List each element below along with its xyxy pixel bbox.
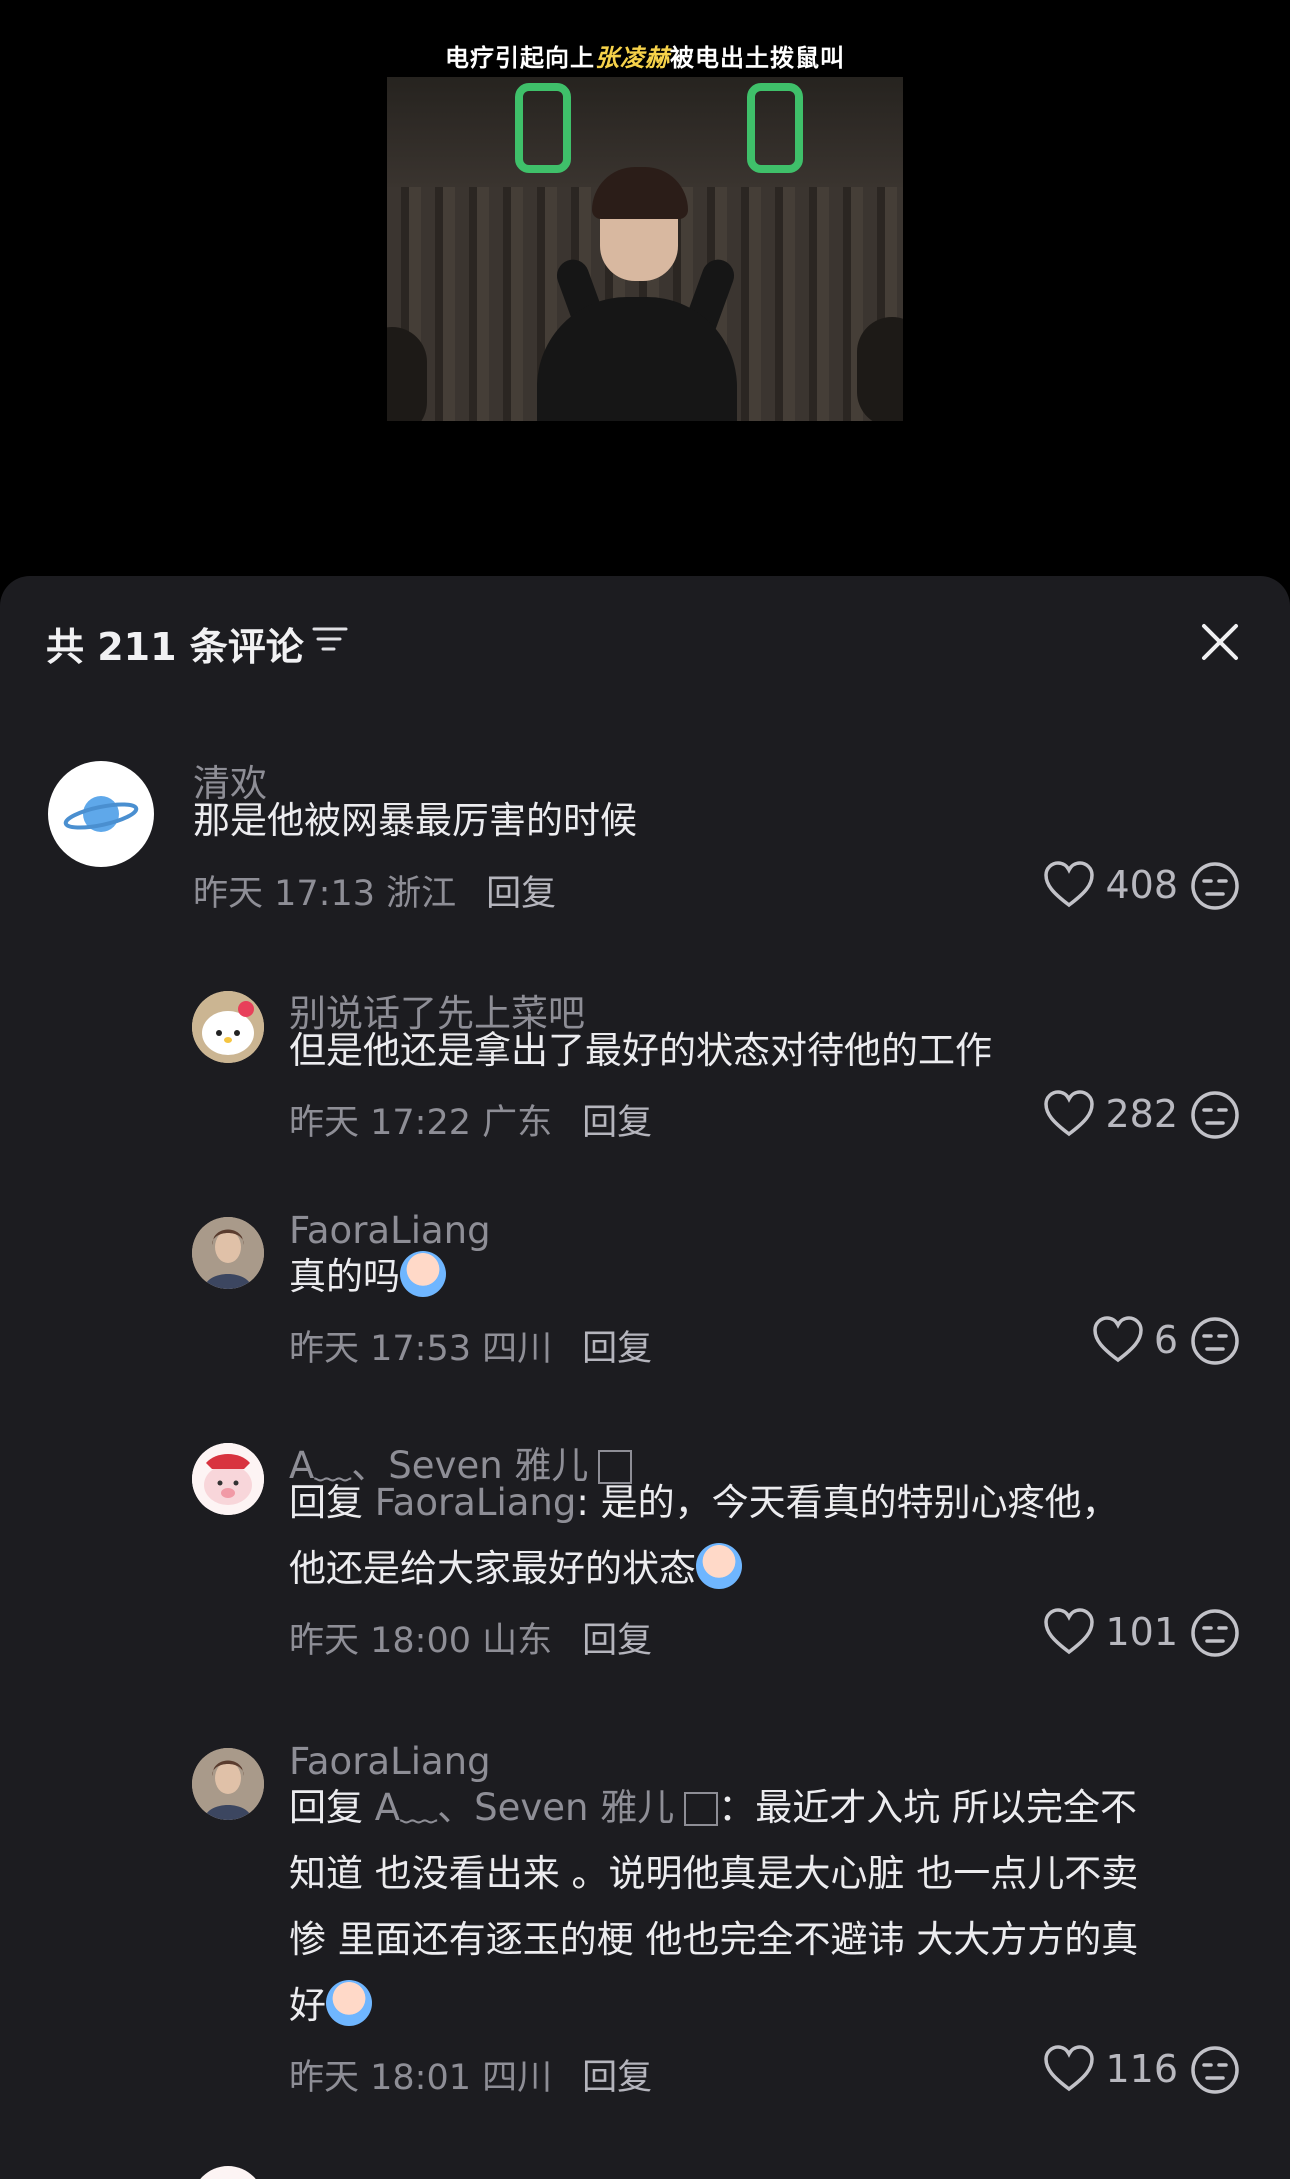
crying-emoji-icon [326,1980,372,2026]
like-count: 6 [1153,1318,1178,1362]
close-icon[interactable] [1196,618,1244,666]
comment-text-content: : 是的，今天看真的特别心疼他， [576,1481,1119,1524]
green-handle-left [515,83,571,173]
caption-highlight: 张凌赫 [595,44,670,72]
comment-line: 好 [289,1973,1290,2039]
crying-emoji-icon [696,1543,742,1589]
avatar[interactable] [192,991,264,1063]
dislike-face-icon[interactable] [1190,1090,1240,1140]
comment-meta: 昨天 18:01 四川 回复 [289,2049,652,2100]
like-count: 282 [1105,1092,1178,1136]
comment-item: 清欢 那是他被网暴最厉害的时候 昨天 17:13 浙江 回复 408 [0,761,1290,914]
comment-time-location: 昨天 17:22 广东 [289,1103,553,1143]
reply-button[interactable]: 回复 [582,1621,652,1661]
video-caption: 电疗引起向上张凌赫被电出土拨鼠叫 [0,38,1290,73]
dislike-face-icon[interactable] [1190,1316,1240,1366]
like-button[interactable]: 408 [1043,861,1178,909]
comment-time-location: 昨天 18:01 四川 [289,2058,553,2098]
comments-header: 共 211 条评论 [0,576,1290,706]
badge-box-icon [684,1792,719,1826]
reply-prefix: 回复 [289,1786,375,1829]
avatar[interactable] [48,761,154,867]
comment-time-location: 昨天 18:00 山东 [289,1621,553,1661]
heart-icon [1044,2045,1095,2092]
reply-button[interactable]: 回复 [582,1329,652,1369]
comment-time-location: 昨天 17:13 浙江 [193,874,457,914]
like-button[interactable]: 6 [1092,1316,1178,1364]
dislike-face-icon[interactable] [1190,861,1240,911]
comment-meta: 昨天 18:00 山东 回复 [289,1612,652,1663]
comment-text-content: ：最近才入坑 所以完全不 [718,1786,1137,1829]
comments-sheet: 共 211 条评论 清欢 那是他被网暴最厉害的时候 昨天 17:13 浙江 回复 … [0,576,1290,2179]
portrait-avatar [192,1748,264,1820]
video-frame [387,77,903,421]
like-button[interactable]: 116 [1043,2045,1178,2093]
caption-suffix: 被电出土拨鼠叫 [670,44,845,72]
avatar-next-comment[interactable] [192,2166,264,2179]
heart-icon [1044,1090,1095,1137]
comment-line: 惨 里面还有逐玉的梗 他也完全不避讳 大大方方的真 [289,1918,1139,1961]
reply-target[interactable]: A﹏、Seven 雅儿 [375,1786,674,1829]
comment-count: 共 211 条评论 [46,625,304,669]
comment-text: 回复 FaoraLiang: 是的，今天看真的特别心疼他， 他还是给大家最好的状… [289,1470,1290,1602]
hello-kitty-avatar [192,991,264,1063]
comment-line: 回复 A﹏、Seven 雅儿 ：最近才入坑 所以完全不 [289,1775,1290,1841]
heart-icon [1044,861,1095,908]
dislike-face-icon[interactable] [1190,2045,1240,2095]
like-button[interactable]: 101 [1043,1608,1178,1656]
comment-item: A﹏、Seven 雅儿 回复 FaoraLiang: 是的，今天看真的特别心疼他… [0,1438,1290,1661]
comment-text-content: 他还是给大家最好的状态 [289,1547,696,1590]
dislike-face-icon[interactable] [1190,1608,1240,1658]
avatar[interactable] [192,1217,264,1289]
comment-line: 知道 也没看出来 。说明他真是大心脏 也一点儿不卖 [289,1852,1139,1895]
comment-meta: 昨天 17:13 浙江 回复 [193,865,556,916]
comment-line: 回复 FaoraLiang: 是的，今天看真的特别心疼他， [289,1470,1290,1536]
caption-prefix: 电疗引起向上 [445,44,595,72]
comment-text: 但是他还是拿出了最好的状态对待他的工作 [289,1029,992,1072]
audience-head-right [857,317,903,421]
like-count: 101 [1105,1610,1178,1654]
planet-icon [63,796,139,832]
like-count: 116 [1105,2047,1178,2091]
comment-text: 回复 A﹏、Seven 雅儿 ：最近才入坑 所以完全不 知道 也没看出来 。说明他… [289,1775,1290,2039]
reply-button[interactable]: 回复 [582,1103,652,1143]
pig-avatar [192,1443,264,1515]
green-handle-right [747,83,803,173]
comment-text: 那是他被网暴最厉害的时候 [193,799,637,842]
comment-text: 真的吗 [289,1244,1290,1310]
comment-item: 别说话了先上菜吧 但是他还是拿出了最好的状态对待他的工作 昨天 17:22 广东… [0,986,1290,1143]
portrait-avatar [192,1217,264,1289]
comment-meta: 昨天 17:22 广东 回复 [289,1094,652,1145]
reply-button[interactable]: 回复 [486,874,556,914]
avatar[interactable] [192,1748,264,1820]
comment-line: 他还是给大家最好的状态 [289,1536,1290,1602]
like-count: 408 [1105,863,1178,907]
comment-item: FaoraLiang 回复 A﹏、Seven 雅儿 ：最近才入坑 所以完全不 知道… [0,1740,1290,2098]
reply-target[interactable]: FaoraLiang [375,1481,577,1524]
reply-button[interactable]: 回复 [582,2058,652,2098]
video-player[interactable]: 电疗引起向上张凌赫被电出土拨鼠叫 [0,0,1290,576]
comment-time-location: 昨天 17:53 四川 [289,1329,553,1369]
crying-emoji-icon [400,1251,446,1297]
heart-icon [1044,1608,1095,1655]
comment-text-content: 好 [289,1984,326,2027]
avatar[interactable] [192,1443,264,1515]
heart-icon [1093,1316,1143,1363]
comment-meta: 昨天 17:53 四川 回复 [289,1320,652,1371]
like-button[interactable]: 282 [1043,1090,1178,1138]
comment-text-content: 真的吗 [289,1255,400,1298]
reply-prefix: 回复 [289,1481,375,1524]
comment-item: FaoraLiang 真的吗 昨天 17:53 四川 回复 6 [0,1209,1290,1369]
sort-filter-icon[interactable] [312,625,348,655]
